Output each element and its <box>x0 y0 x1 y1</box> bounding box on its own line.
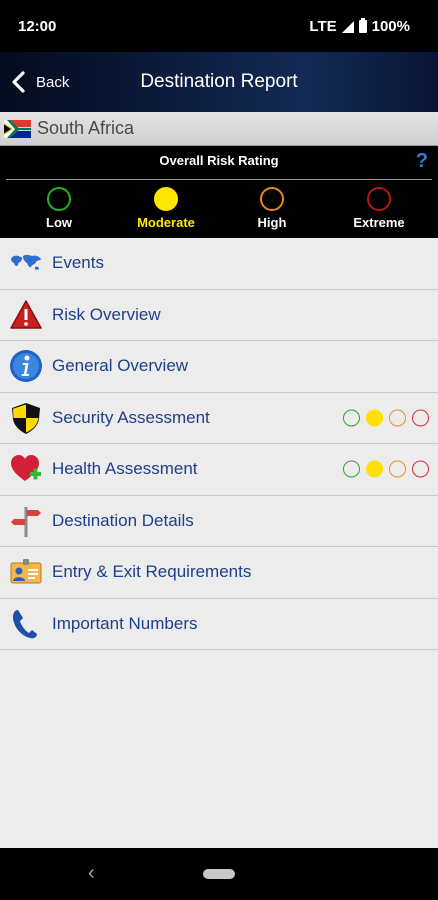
risk-rating-title: Overall Risk Rating <box>159 153 279 168</box>
menu-item-health-assessment[interactable]: Health Assessment <box>0 444 438 496</box>
menu-item-label: Security Assessment <box>52 407 210 427</box>
rating-dot-moderate <box>366 460 383 478</box>
warning-triangle-icon <box>10 300 42 329</box>
chevron-left-icon <box>12 71 25 93</box>
status-time: 12:00 <box>18 18 57 35</box>
risk-level-label: High <box>257 215 287 230</box>
signal-icon <box>341 20 354 33</box>
rating-dot-low <box>343 460 360 478</box>
nav-back-icon[interactable]: ‹ <box>88 862 95 885</box>
risk-circle-low <box>47 187 71 211</box>
status-bar: 12:00 LTE 100% <box>0 0 438 52</box>
divider <box>6 179 432 180</box>
south-africa-flag-icon <box>4 119 31 138</box>
risk-level-moderate: Moderate <box>126 187 206 230</box>
menu-item-events[interactable]: Events <box>0 238 438 290</box>
menu-item-important-numbers[interactable]: Important Numbers <box>0 599 438 650</box>
rating-dot-extreme <box>412 409 429 427</box>
country-bar: South Africa <box>0 112 438 146</box>
risk-level-low: Low <box>19 187 99 230</box>
risk-circle-extreme <box>367 187 391 211</box>
rating-dot-high <box>389 409 406 427</box>
menu-item-risk-overview[interactable]: Risk Overview <box>0 290 438 341</box>
menu-item-label: Important Numbers <box>52 613 198 633</box>
menu-item-label: Health Assessment <box>52 459 198 479</box>
menu-item-label: General Overview <box>52 356 189 376</box>
shield-icon <box>12 402 40 434</box>
risk-level-label: Extreme <box>353 215 405 230</box>
risk-level-label: Moderate <box>137 215 195 230</box>
risk-level-extreme: Extreme <box>339 187 419 230</box>
world-map-icon <box>11 255 41 270</box>
health-rating-indicator <box>343 460 429 478</box>
menu-item-label: Events <box>52 253 104 273</box>
menu-item-destination-details[interactable]: Destination Details <box>0 496 438 547</box>
risk-level-high: High <box>232 187 312 230</box>
country-name: South Africa <box>37 118 135 138</box>
back-label: Back <box>36 73 70 91</box>
back-button[interactable]: Back <box>10 52 69 112</box>
app-header: Destination Report Back <box>0 52 438 112</box>
help-button[interactable]: ? <box>416 150 428 173</box>
menu-item-label: Risk Overview <box>52 304 161 324</box>
id-card-icon <box>10 559 42 584</box>
rating-dot-extreme <box>412 460 429 478</box>
battery-level: 100% <box>371 18 410 35</box>
risk-circle-moderate <box>154 187 178 211</box>
rating-dot-moderate <box>366 409 383 427</box>
menu-item-entry-exit-requirements[interactable]: Entry & Exit Requirements <box>0 547 438 599</box>
signpost-icon <box>11 506 41 537</box>
battery-icon <box>358 18 367 33</box>
phone-icon <box>13 609 37 639</box>
rating-dot-low <box>343 409 360 427</box>
menu-item-general-overview[interactable]: General Overview <box>0 341 438 393</box>
overall-risk-rating: Overall Risk Rating ? Low Moderate High … <box>0 146 438 238</box>
menu-item-label: Destination Details <box>52 510 194 530</box>
heart-plus-icon <box>11 455 41 482</box>
rating-dot-high <box>389 460 406 478</box>
risk-circle-high <box>260 187 284 211</box>
risk-level-label: Low <box>46 215 72 230</box>
network-type: LTE <box>309 18 337 35</box>
info-icon <box>10 350 42 383</box>
menu-item-security-assessment[interactable]: Security Assessment <box>0 393 438 444</box>
report-menu: Events Risk Overview General Overview Se… <box>0 238 438 650</box>
security-rating-indicator <box>343 409 429 427</box>
nav-home-pill[interactable] <box>203 869 235 879</box>
menu-item-label: Entry & Exit Requirements <box>52 562 252 582</box>
system-nav-bar: ‹ <box>0 848 438 900</box>
